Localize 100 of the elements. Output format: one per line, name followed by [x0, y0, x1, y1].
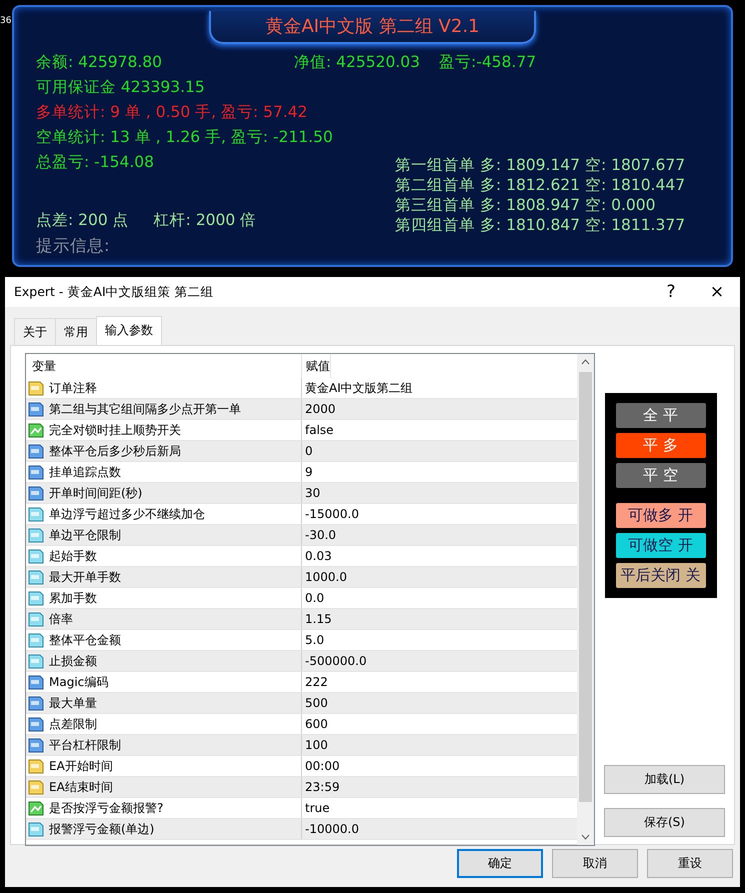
parameter-row[interactable]: EA结束时间 23:59: [26, 777, 577, 798]
parameter-row[interactable]: 起始手数 0.03: [26, 546, 577, 567]
integer-type-icon: [28, 716, 44, 732]
parameter-name: 是否按浮亏金额报警?: [49, 800, 164, 816]
integer-type-icon: [28, 402, 44, 416]
first-order-text: 第一组首单 多: 1809.147 空: 1807.677: [395, 155, 686, 175]
integer-type-icon: [28, 444, 44, 458]
help-button[interactable]: ?: [648, 277, 694, 307]
parameter-value: 100: [304, 737, 329, 754]
parameter-row[interactable]: 单边浮亏超过多少不继续加仓 -15000.0: [26, 504, 577, 525]
first-order-text: 第二组首单 多: 1812.621 空: 1810.447: [395, 175, 686, 195]
leverage-text: 杠杆: 2000 倍: [154, 210, 256, 231]
parameter-value: 500: [304, 695, 329, 712]
close-button[interactable]: ×: [694, 277, 740, 307]
parameter-value: 1.15: [304, 611, 333, 628]
parameter-name: 止损金额: [49, 652, 97, 670]
decimal-type-icon: [28, 632, 44, 648]
parameter-row[interactable]: 点差限制 600: [26, 714, 577, 735]
parameter-value: 1000.0: [304, 569, 348, 586]
parameter-row[interactable]: 平台杠杆限制 100: [26, 735, 577, 756]
dialog-button[interactable]: 取消: [552, 849, 638, 878]
parameter-value: -15000.0: [304, 506, 360, 523]
parameter-row[interactable]: 最大开单手数 1000.0: [26, 567, 577, 588]
parameter-value: 222: [304, 674, 329, 691]
parameter-row[interactable]: 是否按浮亏金额报警? true: [26, 798, 577, 819]
parameter-row[interactable]: 倍率 1.15: [26, 609, 577, 630]
parameter-name: 点差限制: [49, 716, 97, 732]
dialog-button[interactable]: 重设: [647, 849, 733, 878]
scroll-up-icon[interactable]: [581, 359, 590, 365]
parameter-value: 0: [304, 443, 314, 460]
parameter-name: 报警浮亏金额(单边): [49, 820, 154, 838]
parameter-name: 单边平仓限制: [49, 526, 121, 544]
integer-type-icon: [28, 696, 44, 710]
spread-text: 点差: 200 点: [36, 210, 129, 231]
parameter-row[interactable]: 最大单量 500: [26, 693, 577, 714]
stat-text: 总盈亏: -154.08: [36, 152, 155, 173]
text-type-icon: [28, 380, 44, 396]
parameter-row[interactable]: Magic编码 222: [26, 672, 577, 693]
parameter-row[interactable]: 挂单追踪点数 9: [26, 462, 577, 483]
parameter-value: 黄金AI中文版第二组: [304, 380, 414, 397]
parameter-row[interactable]: 单边平仓限制 -30.0: [26, 525, 577, 546]
parameter-row[interactable]: 订单注释 黄金AI中文版第二组: [26, 378, 577, 399]
parameter-value: 600: [304, 716, 329, 733]
integer-type-icon: [28, 486, 44, 500]
parameter-row[interactable]: 开单时间间距(秒) 30: [26, 483, 577, 504]
parameter-row[interactable]: 累加手数 0.0: [26, 588, 577, 609]
integer-type-icon: [28, 674, 44, 690]
scroll-down-icon[interactable]: [581, 834, 590, 840]
first-order-text: 第四组首单 多: 1810.847 空: 1811.377: [395, 215, 686, 235]
load-button[interactable]: 加载(L): [604, 765, 725, 794]
parameter-row[interactable]: 报警浮亏金额(单边) -10000.0: [26, 819, 577, 840]
parameter-name: EA结束时间: [49, 778, 113, 796]
decimal-type-icon: [28, 570, 44, 584]
text-type-icon: [28, 780, 44, 794]
decimal-type-icon: [28, 612, 44, 626]
parameter-value: 0.03: [304, 548, 333, 565]
parameter-value: 30: [304, 485, 322, 502]
panel-button[interactable]: 平后关闭 关: [616, 563, 706, 588]
integer-type-icon: [28, 464, 44, 480]
edge-label: 36: [0, 16, 12, 26]
save-button[interactable]: 保存(S): [604, 808, 725, 837]
stat-text: 多单统计: 9 单 , 0.50 手, 盈亏: 57.42: [36, 102, 309, 123]
parameter-name: 整体平仓金额: [49, 632, 121, 648]
parameter-row[interactable]: 第二组与其它组间隔多少点开第一单 2000: [26, 399, 577, 420]
parameter-value: true: [304, 800, 331, 817]
decimal-type-icon: [28, 590, 44, 606]
parameter-value: -500000.0: [304, 653, 368, 670]
parameter-value: 0.0: [304, 590, 326, 607]
parameter-name: 完全对锁时挂上顺势开关: [49, 422, 181, 438]
parameter-name: 单边浮亏超过多少不继续加仓: [49, 506, 205, 522]
parameter-row[interactable]: 止损金额 -500000.0: [26, 651, 577, 672]
parameter-row[interactable]: 完全对锁时挂上顺势开关 false: [26, 420, 577, 441]
stat-text: 盈亏:-458.77: [439, 52, 536, 73]
parameter-name: 第二组与其它组间隔多少点开第一单: [49, 400, 241, 418]
panel-button[interactable]: 可做多 开: [616, 503, 706, 528]
parameter-value: -10000.0: [304, 821, 360, 838]
panel-button[interactable]: 全 平: [616, 403, 706, 428]
parameter-value: 5.0: [304, 632, 326, 649]
tab[interactable]: 输入参数: [96, 316, 162, 345]
stat-text: 空单统计: 13 单 , 1.26 手, 盈亏: -211.50: [36, 127, 334, 148]
dialog-title: Expert - 黄金AI中文版组策 第二组: [14, 284, 215, 300]
parameter-row[interactable]: 整体平仓后多少秒后新局 0: [26, 441, 577, 462]
parameter-value: false: [304, 422, 335, 439]
parameter-name: 起始手数: [49, 548, 97, 564]
parameter-name: EA开始时间: [49, 758, 113, 774]
parameter-value: 23:59: [304, 779, 341, 796]
panel-button[interactable]: 可做空 开: [616, 533, 706, 558]
decimal-type-icon: [28, 506, 44, 522]
panel-button[interactable]: 平 空: [616, 463, 706, 488]
boolean-type-icon: [28, 800, 44, 816]
decimal-type-icon: [28, 528, 44, 542]
parameter-row[interactable]: EA开始时间 00:00: [26, 756, 577, 777]
parameter-value: 9: [304, 464, 314, 481]
parameter-name: 开单时间间距(秒): [49, 484, 142, 502]
scrollbar[interactable]: [577, 354, 594, 845]
panel-title: 黄金AI中文版 第二组 V2.1: [209, 11, 536, 44]
parameter-row[interactable]: 整体平仓金额 5.0: [26, 630, 577, 651]
parameter-value: 2000: [304, 401, 337, 418]
tab[interactable]: 关于: [14, 318, 56, 345]
dialog-button[interactable]: 确定: [457, 849, 543, 878]
